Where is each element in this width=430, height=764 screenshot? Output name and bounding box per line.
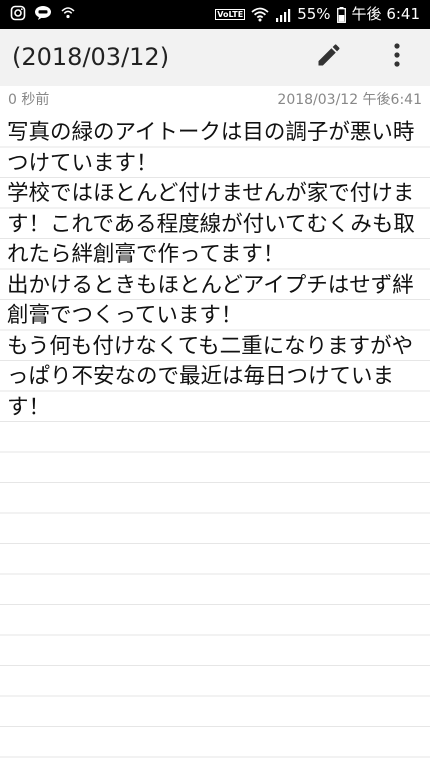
edit-button[interactable]: [312, 40, 346, 74]
app-bar: (2018/03/12): [0, 29, 430, 87]
pencil-icon: [315, 41, 343, 73]
more-options-button[interactable]: [380, 40, 414, 74]
relative-time: 0 秒前: [8, 92, 50, 108]
timestamp: 2018/03/12 午後6:41: [277, 92, 422, 108]
note-meta: 0 秒前 2018/03/12 午後6:41: [0, 86, 430, 112]
wifi-calling-icon: [60, 5, 76, 21]
clock: 午後 6:41: [351, 5, 420, 23]
status-bar: VoLTE 55% 午後 6:41: [0, 0, 430, 29]
volte-badge: VoLTE: [215, 9, 246, 20]
instagram-icon: [10, 5, 26, 21]
note-body-text[interactable]: 写真の緑のアイトークは目の調子が悪い時つけています！ 学校ではほとんど付けません…: [7, 118, 423, 423]
battery-icon: [336, 6, 346, 23]
wifi-icon: [251, 7, 269, 22]
status-bar-right: VoLTE 55% 午後 6:41: [215, 4, 420, 25]
battery-percent: 55%: [297, 5, 331, 23]
note-title: (2018/03/12): [12, 43, 170, 71]
line-icon: [34, 5, 52, 21]
signal-icon: [275, 8, 291, 22]
note-body-area[interactable]: 写真の緑のアイトークは目の調子が悪い時つけています！ 学校ではほとんど付けません…: [0, 112, 430, 764]
more-vert-icon: [392, 41, 402, 73]
status-bar-left: [10, 5, 76, 21]
